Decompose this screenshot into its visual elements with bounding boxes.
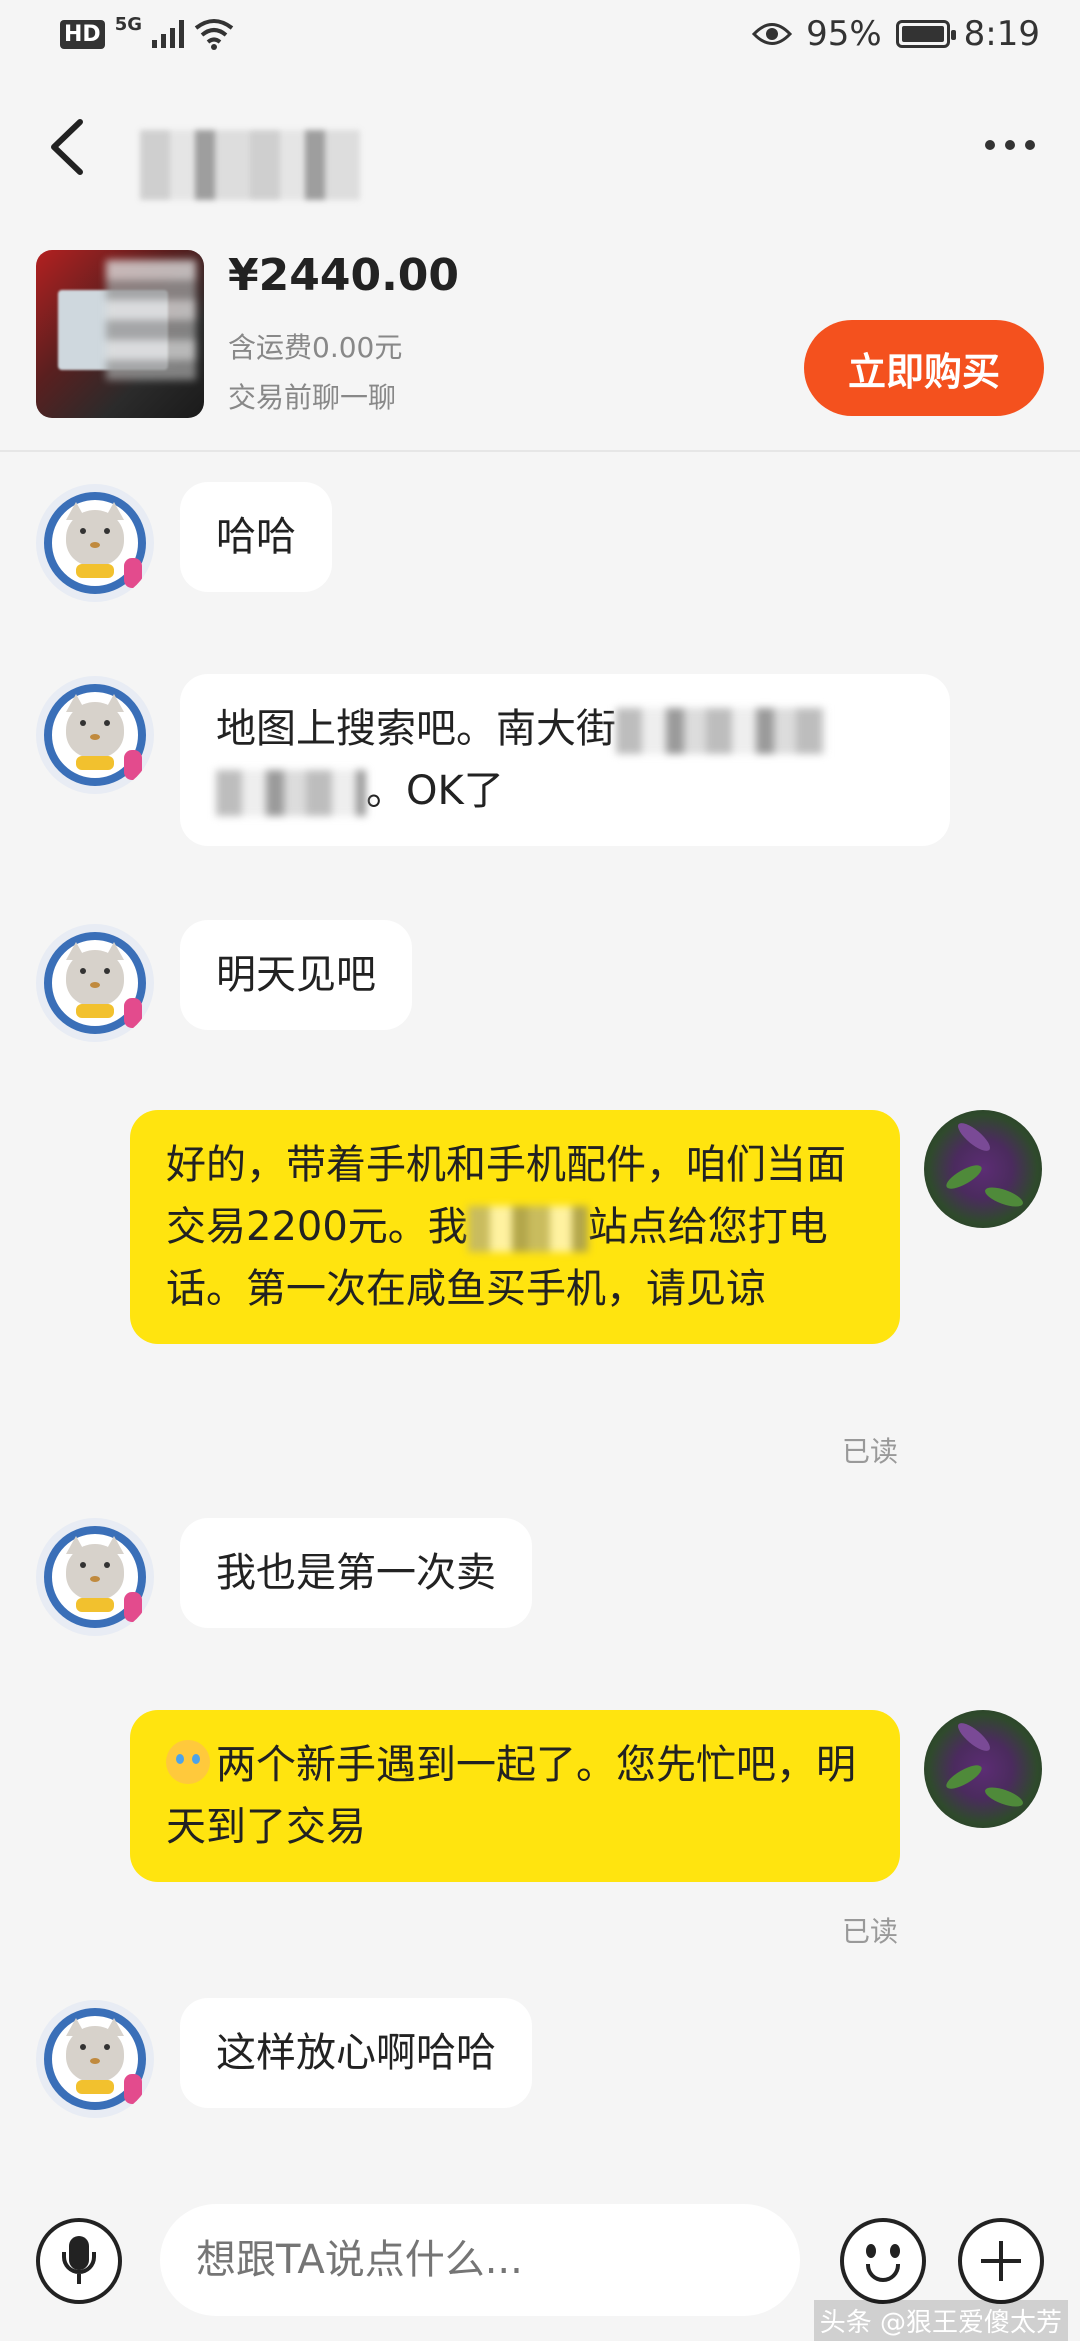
hd-badge: HD <box>60 19 105 49</box>
seller-avatar[interactable] <box>36 2000 154 2118</box>
chat-header <box>0 90 1080 210</box>
plus-icon[interactable] <box>958 2218 1044 2304</box>
message-bubble[interactable]: 好的，带着手机和手机配件，咱们当面交易2200元。我 站点给您打电话。第一次在咸鱼… <box>130 1110 900 1344</box>
product-card[interactable]: ¥2440.00 含运费0.00元 交易前聊一聊 立即购买 <box>0 230 1080 452</box>
buy-now-button[interactable]: 立即购买 <box>804 320 1044 416</box>
message-text: 地图上搜索吧。南大街 <box>216 706 616 752</box>
message-input[interactable] <box>160 2204 800 2316</box>
seller-avatar[interactable] <box>36 1518 154 1636</box>
message-bubble[interactable]: 我也是第一次卖 <box>180 1518 532 1628</box>
redacted-text <box>616 708 826 754</box>
chevron-left-icon[interactable] <box>40 112 100 182</box>
seller-avatar[interactable] <box>36 484 154 602</box>
status-right: 95% 8:19 <box>752 14 1040 54</box>
product-thumbnail[interactable] <box>36 250 204 418</box>
product-price: ¥2440.00 <box>228 250 460 301</box>
shipping-info: 含运费0.00元 <box>228 331 403 364</box>
emoji-icon[interactable] <box>840 2218 926 2304</box>
chat-note: 交易前聊一聊 <box>228 381 397 414</box>
clock: 8:19 <box>963 14 1040 54</box>
signal-icon <box>152 20 184 48</box>
redacted-text <box>467 1206 588 1252</box>
message-bubble[interactable]: 两个新手遇到一起了。您先忙吧，明天到了交易 <box>130 1710 900 1882</box>
my-avatar[interactable] <box>924 1710 1042 1828</box>
message-bubble[interactable]: 明天见吧 <box>180 920 412 1030</box>
microphone-icon[interactable] <box>36 2218 122 2304</box>
eye-icon <box>752 23 793 45</box>
more-dots-icon[interactable] <box>970 130 1050 160</box>
battery-icon <box>895 20 956 48</box>
status-bar: HD 5G 95% 8:19 <box>0 0 1080 80</box>
read-status: 已读 <box>842 1435 899 1468</box>
my-avatar[interactable] <box>924 1110 1042 1228</box>
crying-face-icon <box>166 1740 210 1784</box>
battery-percent: 95% <box>806 14 882 54</box>
seller-avatar[interactable] <box>36 676 154 794</box>
wifi-icon <box>194 19 234 50</box>
redacted-text <box>216 770 366 816</box>
message-text: 。OK了 <box>366 768 504 814</box>
watermark: 头条 @狠王爱傻太芳 <box>813 2300 1068 2341</box>
seller-avatar[interactable] <box>36 924 154 1042</box>
message-bubble[interactable]: 哈哈 <box>180 482 332 592</box>
status-left: HD 5G <box>60 14 234 50</box>
message-text: 两个新手遇到一起了。您先忙吧，明天到了交易 <box>166 1742 856 1850</box>
message-bubble[interactable]: 地图上搜索吧。南大街 。OK了 <box>180 674 950 846</box>
contact-name-blurred <box>140 130 360 200</box>
read-status: 已读 <box>842 1915 899 1948</box>
network-type: 5G <box>114 13 142 35</box>
message-bubble[interactable]: 这样放心啊哈哈 <box>180 1998 532 2108</box>
